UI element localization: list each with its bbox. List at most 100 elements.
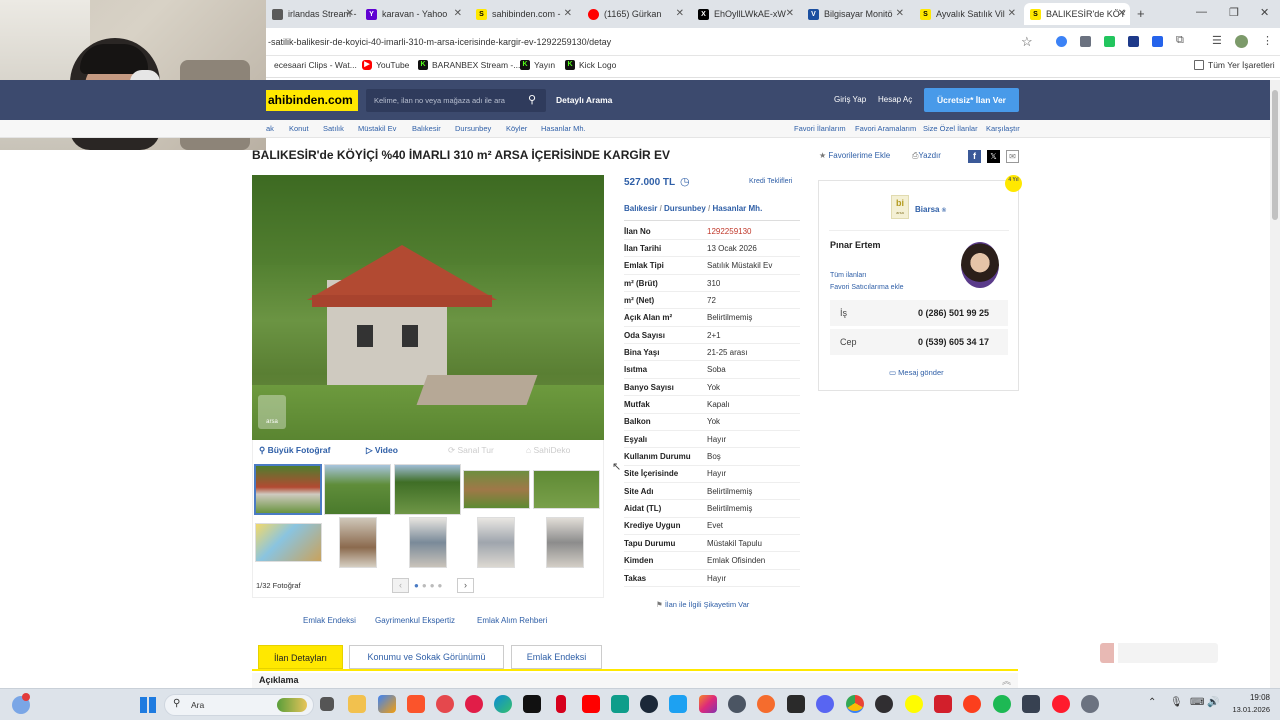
opera-icon[interactable] (1052, 695, 1070, 713)
favorite-link[interactable]: ★ Favorilerime Ekle (819, 151, 890, 160)
print-link[interactable]: ⎙Yazdır (912, 151, 941, 161)
expertise-link[interactable]: Gayrimenkul Ekspertiz (375, 616, 455, 625)
yandex-icon[interactable] (963, 695, 981, 713)
task-view-icon[interactable] (320, 697, 334, 711)
copilot-icon[interactable] (378, 695, 396, 713)
main-photo[interactable]: arsa (252, 175, 604, 440)
browser-tab[interactable]: S Ayvalık Satılık Vil ✕ (914, 3, 1020, 25)
phone-number[interactable]: 0 (539) 605 34 17 (918, 337, 989, 347)
close-tab-icon[interactable]: ✕ (1008, 8, 1016, 19)
bookmark-item[interactable]: K Yayın (520, 60, 555, 70)
tray-chevron-icon[interactable]: ⌃ (1148, 697, 1156, 708)
breadcrumb-item[interactable]: Köyler (506, 124, 527, 133)
detailed-search-link[interactable]: Detaylı Arama (556, 95, 612, 105)
bookmark-item[interactable]: K Kick Logo (565, 60, 616, 70)
clock-date[interactable]: 13.01.2026 (1220, 705, 1270, 714)
instagram-icon[interactable] (699, 695, 717, 713)
browser-tab[interactable]: X EhOyllLWkAE-xW ✕ (692, 3, 798, 25)
close-tab-icon[interactable]: ✕ (896, 8, 904, 19)
origin-icon[interactable] (757, 695, 775, 713)
breadcrumb-item[interactable]: Hasanlar Mh. (541, 124, 586, 133)
login-link[interactable]: Giriş Yap (834, 95, 866, 104)
speedometer-icon[interactable] (728, 695, 746, 713)
tab-estate-index[interactable]: Emlak Endeksi (511, 645, 602, 669)
menu-icon[interactable]: ☰ (1212, 34, 1222, 47)
extension-icon[interactable] (1056, 36, 1067, 47)
windows-start-icon[interactable] (140, 697, 156, 713)
microphone-icon[interactable]: 🎙 (1170, 697, 1183, 708)
store-name[interactable]: Biarsa ® (915, 205, 946, 214)
obs-icon[interactable] (875, 695, 893, 713)
tiktok-icon[interactable] (523, 695, 541, 713)
search-input[interactable]: Kelime, ilan no veya mağaza adı ile ara … (366, 89, 546, 112)
location-district[interactable]: Dursunbey (664, 204, 706, 213)
bookmark-item[interactable]: ecesaari Clips - Wat... (274, 60, 357, 70)
all-bookmarks[interactable]: Tüm Yer İşaretleri (1194, 60, 1275, 70)
close-window-button[interactable]: ✕ (1260, 6, 1269, 19)
register-link[interactable]: Hesap Aç (878, 95, 912, 104)
buying-guide-link[interactable]: Emlak Alım Rehberi (477, 616, 547, 625)
close-tab-icon[interactable]: ✕ (786, 8, 794, 19)
browser-tab[interactable]: Ssahibinden.com - ✕ (470, 3, 576, 25)
breadcrumb-item[interactable]: Karşılaştır (986, 124, 1020, 133)
minimize-button[interactable]: — (1196, 6, 1207, 18)
chat-app-icon[interactable] (611, 695, 629, 713)
bookmark-item[interactable]: ▶ YouTube (362, 60, 409, 70)
kebab-menu-icon[interactable]: ⋮ (1262, 34, 1273, 47)
x-share-icon[interactable]: 𝕏 (987, 150, 1000, 163)
profile-avatar[interactable] (1235, 35, 1248, 48)
msi-icon[interactable] (934, 695, 952, 713)
phone-number[interactable]: 0 (286) 501 99 25 (918, 308, 989, 318)
new-tab-button[interactable]: + (1137, 6, 1145, 21)
breadcrumb-item[interactable]: Favori Aramalarım (855, 124, 916, 133)
app-icon[interactable] (1022, 695, 1040, 713)
netflix-icon[interactable] (556, 695, 566, 713)
epic-games-icon[interactable] (787, 695, 805, 713)
settings-icon[interactable] (1081, 695, 1099, 713)
browser-tab[interactable]: irlandas Stream - ✕ (266, 3, 358, 25)
restore-button[interactable]: ❐ (1229, 6, 1239, 19)
scrollbar[interactable] (1270, 80, 1280, 688)
browser-tab[interactable]: V Bilgisayar Monitö ✕ (802, 3, 908, 25)
browser-tab[interactable]: (1165) Gürkan ✕ (582, 3, 688, 25)
price-history-icon[interactable]: ◷ (680, 175, 690, 188)
clock-time[interactable]: 19:08 (1220, 693, 1270, 702)
network-icon[interactable]: ⌨ (1190, 697, 1204, 708)
steam-icon[interactable] (640, 695, 658, 713)
location-city[interactable]: Balıkesir (624, 204, 657, 213)
facebook-share-icon[interactable]: f (968, 150, 981, 163)
file-explorer-icon[interactable] (348, 695, 366, 713)
close-tab-icon[interactable]: ✕ (346, 8, 354, 19)
close-tab-icon[interactable]: ✕ (1118, 8, 1126, 19)
browser-tab[interactable]: Ykaravan - Yahoo ✕ (360, 3, 466, 25)
breadcrumb-item[interactable]: Müstakil Ev (358, 124, 396, 133)
bookmark-item[interactable]: K BARANBEX Stream -... (418, 60, 520, 70)
youtube-app-icon[interactable] (465, 695, 483, 713)
tab-listing-details[interactable]: İlan Detayları (258, 645, 343, 669)
breadcrumb-item[interactable]: Favori İlanlarım (794, 124, 846, 133)
breadcrumb-item[interactable]: Balıkesir (412, 124, 441, 133)
complaint-link[interactable]: ⚑ İlan ile İlgili Şikayetim Var (656, 600, 749, 609)
favorite-seller-link[interactable]: Favori Satıcılarıma ekle (830, 284, 904, 291)
site-logo[interactable]: ahibinden.com (266, 90, 358, 111)
breadcrumb-item[interactable]: Konut (289, 124, 309, 133)
mail-share-icon[interactable]: ✉ (1006, 150, 1019, 163)
index-link[interactable]: Emlak Endeksi (303, 616, 356, 625)
bookmark-star-icon[interactable]: ☆ (1021, 34, 1033, 50)
all-ads-link[interactable]: Tüm ilanları (830, 272, 867, 279)
scrollbar-thumb[interactable] (1272, 90, 1278, 220)
chrome-icon[interactable] (846, 695, 864, 713)
breadcrumb-item[interactable]: ak (266, 124, 274, 133)
post-ad-button[interactable]: Ücretsiz* İlan Ver (924, 88, 1019, 112)
browser-tab-active[interactable]: S BALIKESİR'de KÖY ✕ (1024, 3, 1130, 25)
breadcrumb-item[interactable]: Dursunbey (455, 124, 491, 133)
taskbar-search[interactable]: ⚲ Ara (164, 694, 314, 716)
twitter-icon[interactable] (669, 695, 687, 713)
puzzle-icon[interactable]: ⧉ (1176, 34, 1184, 47)
search-icon[interactable]: ⚲ (528, 93, 536, 106)
media-player-icon[interactable] (436, 695, 454, 713)
volume-icon[interactable]: 🔊 (1207, 697, 1219, 708)
collapse-icon[interactable]: ︽ (1002, 674, 1011, 687)
loan-offers-link[interactable]: Kredi Teklifleri (749, 178, 792, 185)
breadcrumb-item[interactable]: Size Özel İlanlar (923, 124, 978, 133)
